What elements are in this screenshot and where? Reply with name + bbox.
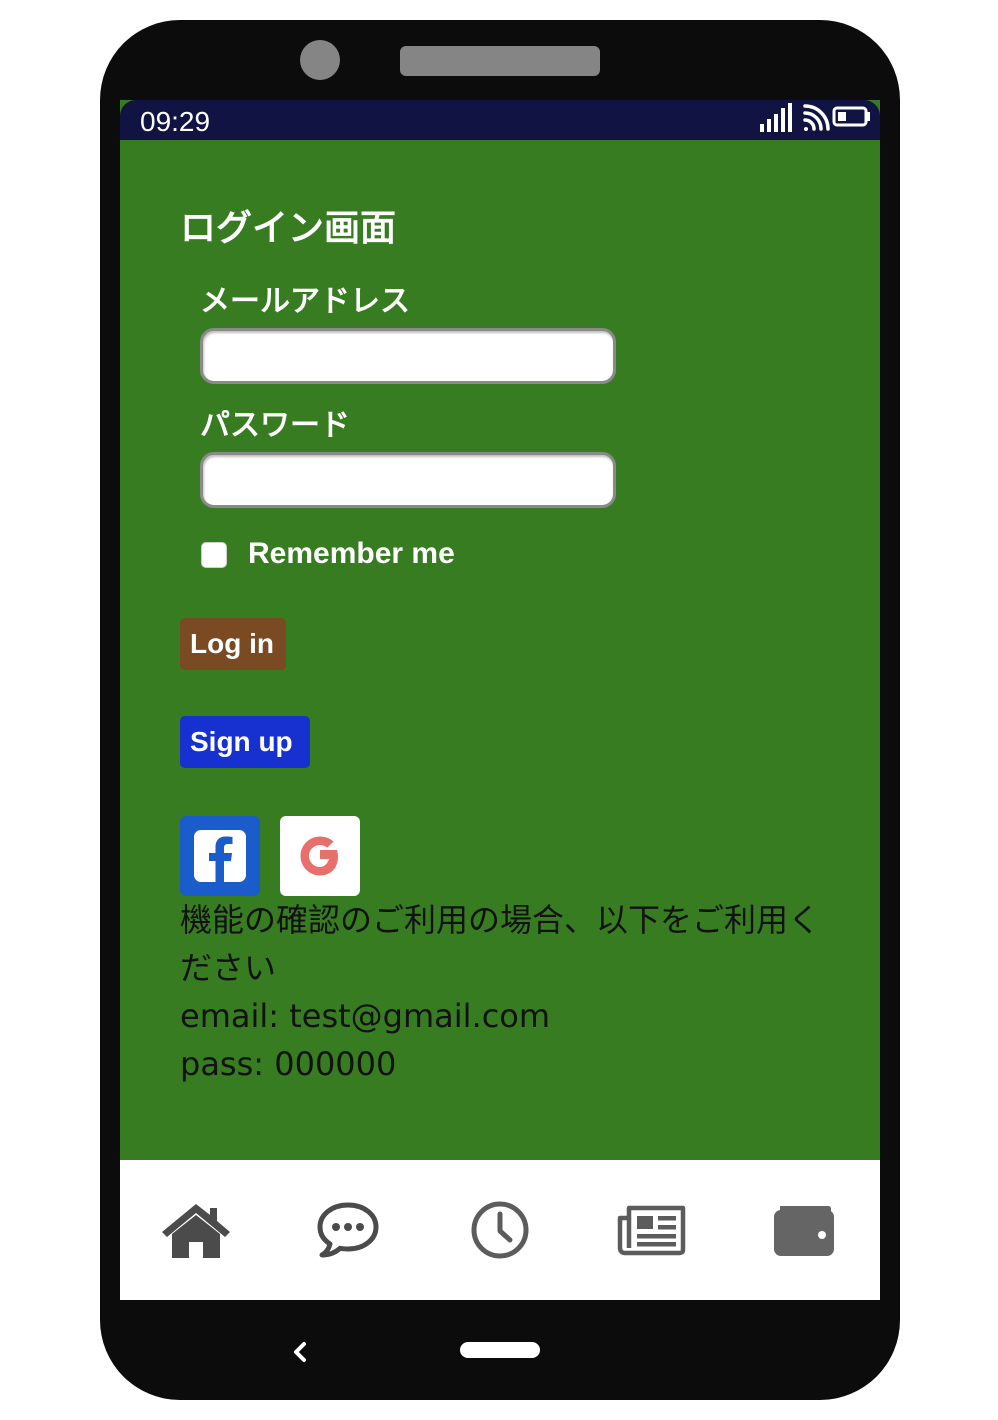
phone-screen: 09:29 ログイン画面 メールアドレス パスワード Remember me L… — [120, 100, 880, 1300]
email-field[interactable] — [200, 328, 616, 384]
login-button[interactable]: Log in — [180, 618, 286, 670]
front-camera — [300, 40, 340, 80]
phone-frame: 09:29 ログイン画面 メールアドレス パスワード Remember me L… — [100, 20, 900, 1400]
signal-icon — [760, 103, 792, 132]
info-text-line-2: ださい — [180, 949, 277, 987]
bottom-tab-bar — [120, 1160, 880, 1300]
email-label: メールアドレス — [200, 284, 410, 319]
battery-icon — [832, 106, 870, 127]
tab-history[interactable] — [424, 1160, 576, 1300]
facebook-icon — [194, 830, 246, 882]
nav-back-icon[interactable] — [284, 1336, 316, 1368]
status-icons — [760, 103, 870, 132]
chat-icon — [317, 1202, 379, 1258]
earpiece-speaker — [400, 46, 600, 76]
newspaper-icon — [617, 1205, 686, 1256]
password-label: パスワード — [200, 408, 350, 443]
clock-icon — [471, 1201, 529, 1259]
cast-icon — [803, 104, 830, 131]
wallet-icon — [774, 1206, 834, 1256]
home-icon — [162, 1204, 230, 1258]
info-text-line-1: 機能の確認のご利用の場合、以下をご利用く — [180, 901, 821, 939]
page-title: ログイン画面 — [180, 208, 397, 249]
status-time: 09:29 — [140, 106, 211, 137]
google-icon — [300, 836, 338, 876]
signup-button[interactable]: Sign up — [180, 716, 310, 768]
remember-me-checkbox[interactable] — [201, 542, 227, 568]
google-login-button[interactable] — [280, 816, 360, 896]
tab-news[interactable] — [576, 1160, 728, 1300]
demo-password-text: pass: 000000 — [180, 1045, 397, 1083]
nav-home-button[interactable] — [460, 1342, 540, 1358]
password-field[interactable] — [200, 452, 616, 508]
tab-home[interactable] — [120, 1160, 272, 1300]
tab-wallet[interactable] — [728, 1160, 880, 1300]
demo-info: 機能の確認のご利用の場合、以下をご利用く ださい email: test@gma… — [180, 896, 840, 1088]
remember-me-label[interactable]: Remember me — [248, 534, 455, 574]
facebook-login-button[interactable] — [180, 816, 260, 896]
tab-chat[interactable] — [272, 1160, 424, 1300]
status-bar: 09:29 — [120, 100, 880, 140]
demo-email-text: email: test@gmail.com — [180, 997, 551, 1035]
